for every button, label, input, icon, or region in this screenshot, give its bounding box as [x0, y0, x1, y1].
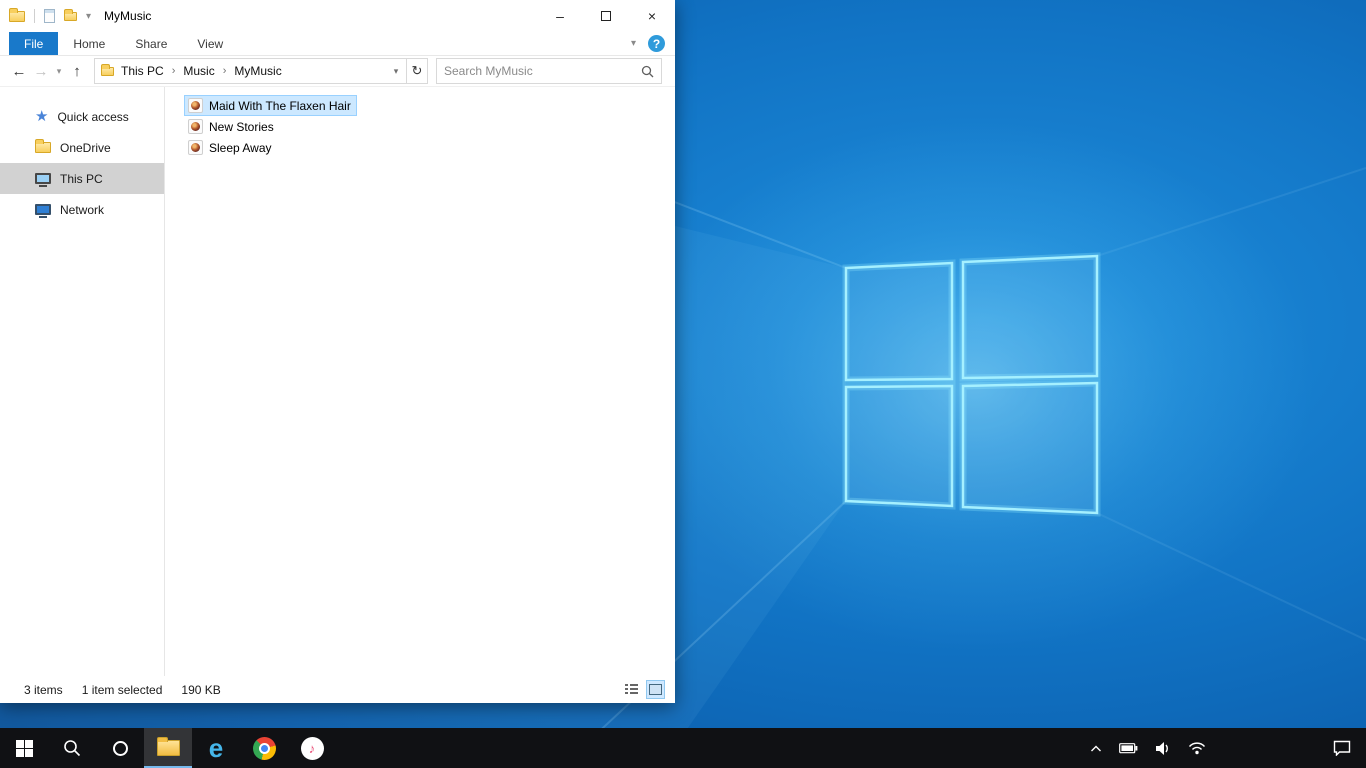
file-item[interactable]: Maid With The Flaxen Hair [184, 95, 357, 116]
chrome-icon [252, 736, 276, 760]
sidebar-item-label: This PC [60, 171, 103, 186]
system-tray [1090, 728, 1206, 768]
forward-icon[interactable]: → [30, 63, 52, 80]
breadcrumb-this-pc[interactable]: This PC [118, 64, 167, 78]
quick-access-toolbar: ▾ [0, 7, 91, 23]
details-view-icon[interactable] [622, 680, 641, 699]
file-name: Sleep Away [209, 140, 272, 155]
tab-home[interactable]: Home [58, 32, 120, 55]
expand-ribbon-chevron-icon[interactable]: ▾ [631, 38, 636, 49]
navigation-pane: ★ Quick access OneDrive This PC Network [0, 87, 165, 676]
maximize-icon [601, 11, 611, 21]
search-input[interactable] [444, 64, 641, 78]
taskbar-internet-explorer-button[interactable]: e [192, 728, 240, 768]
breadcrumb-separator-icon[interactable]: › [218, 65, 232, 77]
selection-count: 1 item selected [81, 682, 163, 697]
cortana-icon [112, 740, 128, 756]
selection-size: 190 KB [181, 682, 221, 697]
tab-file[interactable]: File [9, 32, 59, 55]
network-icon [35, 204, 51, 218]
file-name: Maid With The Flaxen Hair [209, 98, 351, 113]
file-item[interactable]: Sleep Away [184, 137, 278, 158]
explorer-window-icon [9, 7, 25, 22]
taskbar-file-explorer-button[interactable] [144, 728, 192, 768]
new-folder-icon[interactable] [64, 8, 77, 21]
maximize-button[interactable] [583, 0, 629, 32]
action-center-button[interactable] [1318, 728, 1366, 768]
item-count: 3 items [24, 682, 63, 697]
window-title: MyMusic [104, 9, 152, 23]
toolbar-divider [34, 9, 35, 23]
customize-toolbar-chevron-icon[interactable]: ▾ [86, 11, 91, 22]
file-explorer-icon [156, 737, 180, 756]
breadcrumb-music[interactable]: Music [180, 64, 217, 78]
view-toggles [622, 680, 675, 699]
address-bar[interactable]: This PC › Music › MyMusic ▾ [94, 58, 407, 84]
cortana-button[interactable] [96, 728, 144, 768]
sidebar-item-onedrive[interactable]: OneDrive [0, 132, 164, 163]
refresh-icon[interactable]: ↻ [407, 58, 428, 84]
music-file-icon [188, 119, 203, 134]
large-icons-view-icon[interactable] [646, 680, 665, 699]
sidebar-item-label: Network [60, 202, 105, 217]
quick-access-star-icon: ★ [35, 108, 49, 125]
search-icon [64, 740, 81, 757]
onedrive-icon [35, 139, 51, 153]
breadcrumb-mymusic[interactable]: MyMusic [231, 64, 284, 78]
minimize-button[interactable]: – [537, 0, 583, 32]
taskbar-search-button[interactable] [48, 728, 96, 768]
breadcrumb-separator-icon[interactable]: › [167, 65, 181, 77]
sidebar-item-this-pc[interactable]: This PC [0, 163, 164, 194]
taskbar: e ♪ [0, 728, 1366, 768]
search-box[interactable] [436, 58, 662, 84]
status-bar: 3 items 1 item selected 190 KB [0, 676, 675, 703]
sidebar-item-network[interactable]: Network [0, 194, 164, 225]
tab-share[interactable]: Share [120, 32, 182, 55]
address-folder-icon [101, 63, 114, 76]
desktop: ▾ MyMusic – × File Home Share View ▾ ? ←… [0, 0, 1366, 768]
ribbon-right-controls: ▾ ? [631, 32, 675, 55]
window-controls: – × [537, 0, 675, 32]
ribbon-tab-bar: File Home Share View ▾ ? [0, 32, 675, 56]
start-button[interactable] [0, 728, 48, 768]
back-icon[interactable]: ← [8, 63, 30, 80]
sidebar-item-label: OneDrive [60, 140, 111, 155]
music-app-icon: ♪ [300, 736, 324, 760]
file-list[interactable]: Maid With The Flaxen Hair New Stories Sl… [165, 87, 675, 676]
file-explorer-window: ▾ MyMusic – × File Home Share View ▾ ? ←… [0, 0, 675, 703]
properties-icon[interactable] [44, 9, 55, 23]
address-dropdown-chevron-icon[interactable]: ▾ [386, 66, 406, 77]
music-file-icon [188, 140, 203, 155]
search-icon[interactable] [641, 65, 654, 78]
music-file-icon [188, 98, 203, 113]
battery-icon[interactable] [1119, 740, 1138, 756]
taskbar-music-app-button[interactable]: ♪ [288, 728, 336, 768]
navigation-bar: ← → ▾ ↑ This PC › Music › MyMusic ▾ ↻ [0, 56, 675, 87]
hidden-icons-chevron-icon[interactable] [1090, 744, 1102, 753]
taskbar-chrome-button[interactable] [240, 728, 288, 768]
sidebar-item-quick-access[interactable]: ★ Quick access [0, 101, 164, 132]
window-body: ★ Quick access OneDrive This PC Network [0, 87, 675, 676]
network-wifi-icon[interactable] [1188, 741, 1206, 755]
this-pc-icon [35, 173, 51, 187]
sidebar-item-label: Quick access [57, 109, 129, 124]
up-icon[interactable]: ↑ [66, 63, 88, 80]
windows-logo-icon [15, 739, 33, 757]
title-bar[interactable]: ▾ MyMusic – × [0, 0, 675, 32]
internet-explorer-icon: e [208, 733, 224, 763]
file-item[interactable]: New Stories [184, 116, 280, 137]
help-icon[interactable]: ? [648, 35, 665, 52]
file-name: New Stories [209, 119, 274, 134]
close-button[interactable]: × [629, 0, 675, 32]
recent-locations-chevron-icon[interactable]: ▾ [52, 66, 66, 77]
tab-view[interactable]: View [182, 32, 238, 55]
volume-icon[interactable] [1155, 741, 1171, 756]
action-center-icon [1333, 740, 1351, 756]
